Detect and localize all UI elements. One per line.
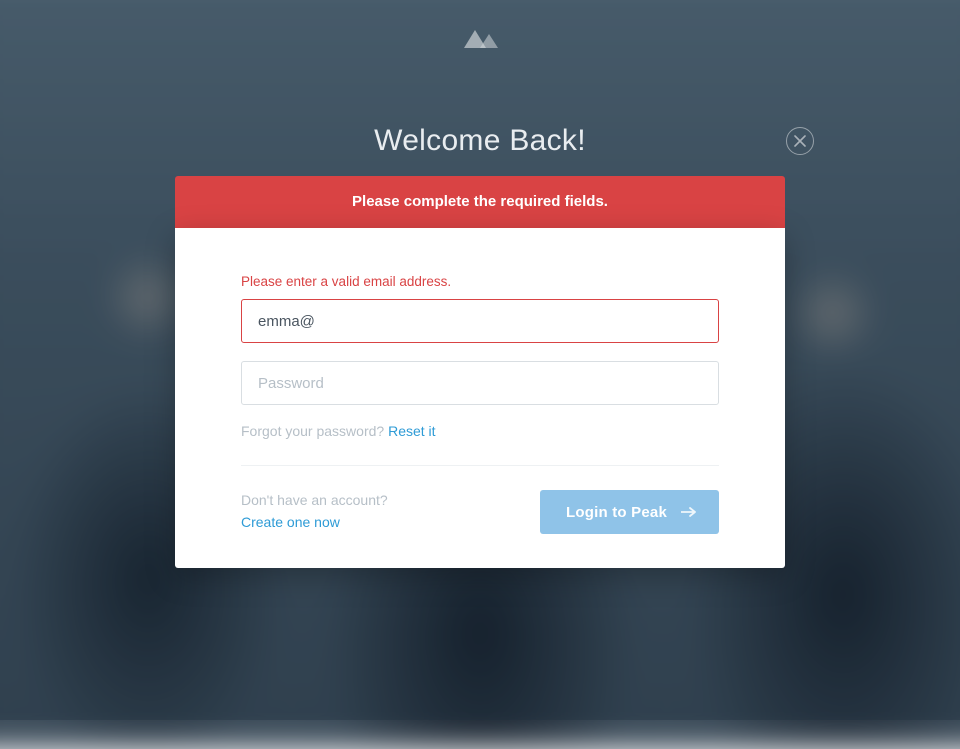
close-button[interactable] [786,127,814,155]
signup-block: Don't have an account? Create one now [241,490,388,533]
divider [241,465,719,466]
modal-title: Welcome Back! [0,124,960,158]
email-field[interactable] [241,299,719,343]
create-account-link[interactable]: Create one now [241,514,340,530]
forgot-password-prefix: Forgot your password? [241,423,388,439]
login-button[interactable]: Login to Peak [540,490,719,534]
email-error-text: Please enter a valid email address. [241,274,719,289]
close-icon [794,135,806,147]
signup-question: Don't have an account? [241,490,388,512]
login-modal: Please complete the required fields. Ple… [175,176,785,568]
login-card: Please enter a valid email address. Forg… [175,228,785,568]
forgot-password-row: Forgot your password? Reset it [241,423,719,439]
password-field[interactable] [241,361,719,405]
reset-password-link[interactable]: Reset it [388,423,435,439]
mountains-icon [460,26,500,53]
error-banner: Please complete the required fields. [175,176,785,228]
footer-row: Don't have an account? Create one now Lo… [241,490,719,534]
login-button-label: Login to Peak [566,504,667,521]
arrow-right-icon [681,504,697,521]
